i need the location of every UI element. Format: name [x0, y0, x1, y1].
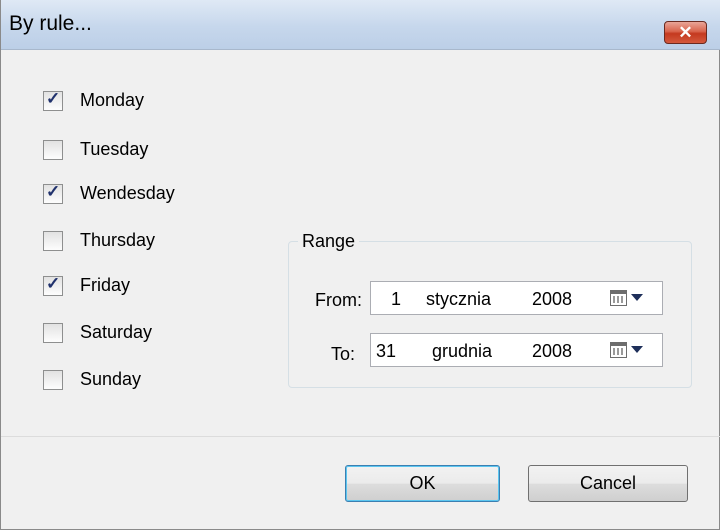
from-calendar-dropdown[interactable]	[610, 289, 652, 309]
checkbox-box[interactable]	[43, 231, 63, 251]
checkmark-icon: ✓	[46, 182, 61, 201]
from-day[interactable]: 1	[391, 289, 401, 310]
to-label: To:	[331, 344, 356, 364]
checkbox-box[interactable]: ✓	[43, 182, 63, 204]
to-day[interactable]: 31	[376, 341, 396, 362]
from-date-picker[interactable]: 1 stycznia 2008	[370, 281, 663, 315]
checkbox-box[interactable]	[43, 140, 63, 160]
checkbox-label: Wendesday	[80, 183, 175, 203]
to-calendar-dropdown[interactable]	[610, 341, 652, 361]
checkbox-label: Tuesday	[80, 139, 149, 159]
checkmark-icon: ✓	[46, 89, 61, 108]
from-label: From:	[315, 290, 362, 310]
title-bar[interactable]: By rule... ✕	[1, 0, 720, 50]
close-icon: ✕	[678, 23, 693, 42]
range-group-title: Range	[298, 231, 360, 252]
to-date-picker[interactable]: 31 grudnia 2008	[370, 333, 663, 367]
cancel-button[interactable]: Cancel	[528, 465, 688, 502]
checkmark-icon: ✓	[46, 274, 61, 293]
footer-separator	[1, 436, 720, 437]
checkbox-label: Sunday	[80, 369, 142, 389]
chevron-down-icon	[631, 346, 643, 353]
checkbox-label: Saturday	[80, 322, 153, 342]
from-year[interactable]: 2008	[532, 289, 572, 310]
checkbox-label: Monday	[80, 90, 145, 110]
checkbox-label: Thursday	[80, 230, 156, 250]
to-year[interactable]: 2008	[532, 341, 572, 362]
checkbox-box[interactable]	[43, 323, 63, 343]
chevron-down-icon	[631, 294, 643, 301]
ok-button[interactable]: OK	[345, 465, 500, 502]
checkbox-box[interactable]: ✓	[43, 274, 63, 296]
checkbox-box[interactable]	[43, 370, 63, 390]
checkbox-label: Friday	[80, 275, 131, 295]
window-title: By rule...	[9, 12, 92, 35]
close-button[interactable]: ✕	[664, 21, 707, 44]
calendar-icon	[610, 342, 627, 358]
dialog-window: By rule... ✕ ✓ Monday Tuesday ✓ Wendesda…	[0, 0, 720, 530]
checkbox-box[interactable]: ✓	[43, 89, 63, 111]
from-month[interactable]: stycznia	[426, 289, 491, 310]
to-month[interactable]: grudnia	[432, 341, 492, 362]
calendar-icon	[610, 290, 627, 306]
